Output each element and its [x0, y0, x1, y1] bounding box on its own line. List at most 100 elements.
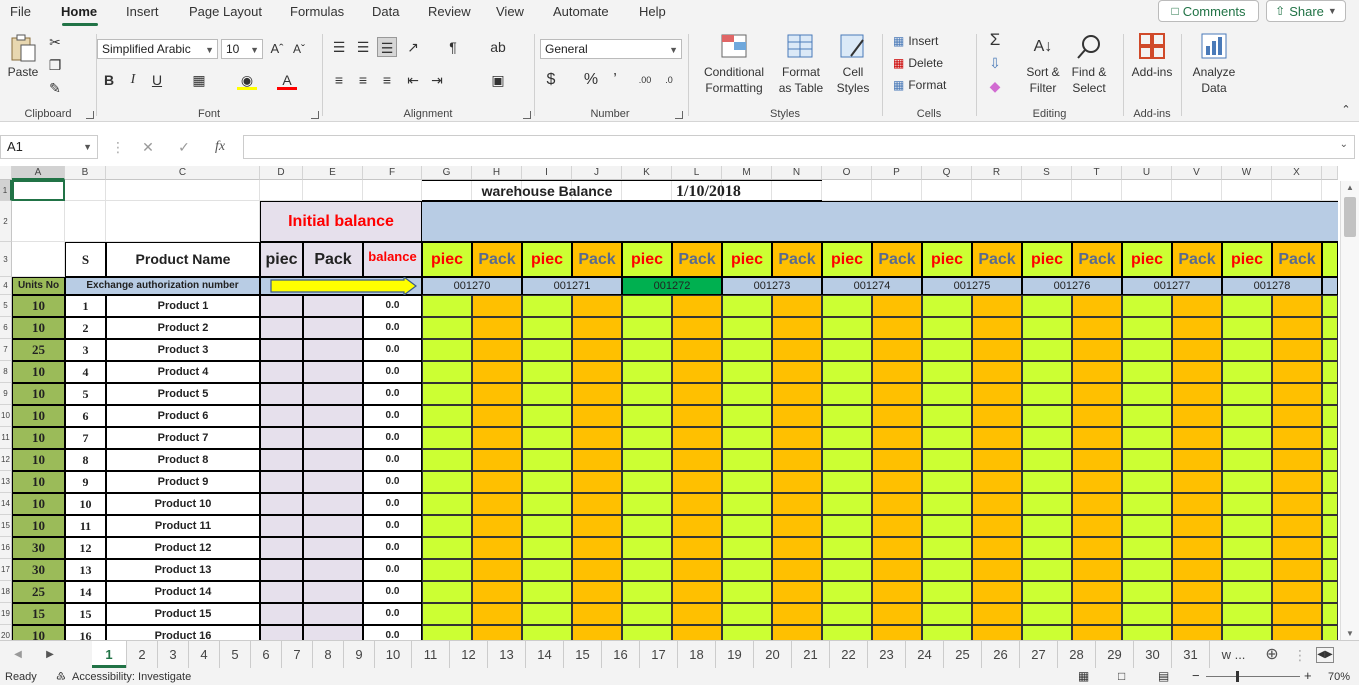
piec-entry-cell[interactable]	[722, 515, 772, 537]
pack-entry-cell[interactable]	[1272, 625, 1322, 640]
pack-entry-cell[interactable]	[1272, 603, 1322, 625]
pack-entry-cell[interactable]	[472, 603, 522, 625]
piec-entry-cell[interactable]	[922, 383, 972, 405]
piec-entry-cell[interactable]	[522, 603, 572, 625]
column-header[interactable]: V	[1172, 166, 1222, 180]
pack-entry-cell[interactable]	[1272, 493, 1322, 515]
piec-entry-cell[interactable]	[522, 295, 572, 317]
pack-entry-cell[interactable]	[672, 537, 722, 559]
pack-entry-cell[interactable]	[1072, 295, 1122, 317]
piec-entry-cell[interactable]	[722, 449, 772, 471]
piec-cell[interactable]	[260, 471, 303, 493]
bold-icon[interactable]: B	[99, 70, 119, 90]
tab-insert[interactable]: Insert	[126, 4, 159, 19]
piec-cell[interactable]	[260, 317, 303, 339]
pack-entry-cell[interactable]	[972, 361, 1022, 383]
hscroll-icon[interactable]: ◀▶	[1316, 647, 1334, 663]
piec-entry-cell[interactable]	[1022, 295, 1072, 317]
units-cell[interactable]: 30	[12, 537, 65, 559]
piec-entry-cell[interactable]	[1022, 427, 1072, 449]
pack-entry-cell[interactable]	[572, 493, 622, 515]
piec-entry-cell[interactable]	[1022, 515, 1072, 537]
piec-entry-cell[interactable]	[922, 339, 972, 361]
column-header[interactable]: D	[260, 166, 303, 180]
pack-entry-cell[interactable]	[1172, 405, 1222, 427]
pack-entry-cell[interactable]	[972, 537, 1022, 559]
piec-entry-cell[interactable]	[722, 427, 772, 449]
pack-entry-cell[interactable]	[672, 581, 722, 603]
pack-entry-cell[interactable]	[972, 603, 1022, 625]
piec-entry-cell[interactable]	[1322, 383, 1338, 405]
scroll-thumb[interactable]	[1344, 197, 1356, 237]
increase-decimal-icon[interactable]: .00	[635, 70, 655, 90]
piec-cell[interactable]	[260, 625, 303, 640]
piec-entry-cell[interactable]	[1022, 317, 1072, 339]
piec-entry-cell[interactable]	[822, 405, 872, 427]
pack-cell[interactable]	[303, 471, 363, 493]
piec-cell[interactable]	[260, 361, 303, 383]
pack-entry-cell[interactable]	[672, 295, 722, 317]
balance-cell[interactable]: 0.0	[363, 537, 422, 559]
product-name-cell[interactable]: Product 6	[106, 405, 260, 427]
serial-cell[interactable]: 11	[65, 515, 106, 537]
row-header[interactable]: 12	[0, 449, 12, 471]
piec-entry-cell[interactable]	[1122, 361, 1172, 383]
clear-icon[interactable]: ◆	[985, 76, 1005, 96]
pack-entry-cell[interactable]	[1272, 559, 1322, 581]
piec-entry-cell[interactable]	[822, 449, 872, 471]
decrease-decimal-icon[interactable]: .0	[659, 70, 679, 90]
piec-entry-cell[interactable]	[422, 427, 472, 449]
piec-entry-cell[interactable]	[1022, 471, 1072, 493]
share-button[interactable]: ⇧ Share ▼	[1266, 0, 1346, 22]
piec-entry-cell[interactable]	[1222, 559, 1272, 581]
row-header[interactable]: 4	[0, 277, 12, 295]
pack-cell[interactable]	[303, 581, 363, 603]
formula-input[interactable]: ⌄	[243, 135, 1355, 159]
cell-styles-button[interactable]: Cell Styles	[829, 32, 877, 96]
piec-entry-cell[interactable]	[1222, 493, 1272, 515]
piec-entry-cell[interactable]	[922, 405, 972, 427]
vertical-scrollbar[interactable]: ▲ ▼	[1340, 181, 1359, 640]
piec-cell[interactable]	[260, 559, 303, 581]
pack-entry-cell[interactable]	[872, 625, 922, 640]
serial-cell[interactable]: 7	[65, 427, 106, 449]
pack-entry-cell[interactable]	[772, 493, 822, 515]
tab-page-layout[interactable]: Page Layout	[189, 4, 262, 19]
piec-entry-cell[interactable]	[622, 383, 672, 405]
piec-entry-cell[interactable]	[722, 405, 772, 427]
decrease-indent-icon[interactable]: ⇤	[403, 70, 423, 90]
piec-entry-cell[interactable]	[1322, 515, 1338, 537]
pack-entry-cell[interactable]	[1272, 405, 1322, 427]
pack-entry-cell[interactable]	[572, 625, 622, 640]
orientation-icon[interactable]: ↗	[403, 37, 423, 57]
piec-entry-cell[interactable]	[522, 383, 572, 405]
pack-entry-cell[interactable]	[472, 383, 522, 405]
balance-cell[interactable]: 0.0	[363, 361, 422, 383]
piec-entry-cell[interactable]	[422, 537, 472, 559]
piec-entry-cell[interactable]	[422, 515, 472, 537]
piec-entry-cell[interactable]	[1122, 295, 1172, 317]
piec-entry-cell[interactable]	[622, 405, 672, 427]
product-name-cell[interactable]: Product 9	[106, 471, 260, 493]
pack-entry-cell[interactable]	[872, 339, 922, 361]
pack-entry-cell[interactable]	[472, 515, 522, 537]
units-cell[interactable]: 10	[12, 493, 65, 515]
product-name-cell[interactable]: Product 4	[106, 361, 260, 383]
piec-entry-cell[interactable]	[1322, 361, 1338, 383]
product-name-cell[interactable]: Product 3	[106, 339, 260, 361]
pack-entry-cell[interactable]	[1172, 427, 1222, 449]
piec-entry-cell[interactable]	[422, 603, 472, 625]
pack-entry-cell[interactable]	[1072, 515, 1122, 537]
sheet-tab[interactable]: 21	[791, 641, 829, 668]
piec-entry-cell[interactable]	[1222, 581, 1272, 603]
pack-entry-cell[interactable]	[1072, 559, 1122, 581]
pack-entry-cell[interactable]	[772, 471, 822, 493]
piec-entry-cell[interactable]	[1022, 603, 1072, 625]
align-center-icon[interactable]: ≡	[353, 70, 373, 90]
align-middle-icon[interactable]: ☰	[353, 37, 373, 57]
column-header[interactable]: W	[1222, 166, 1272, 180]
column-header[interactable]: G	[422, 166, 472, 180]
piec-entry-cell[interactable]	[622, 581, 672, 603]
row-header[interactable]: 11	[0, 427, 12, 449]
column-header[interactable]: S	[1022, 166, 1072, 180]
